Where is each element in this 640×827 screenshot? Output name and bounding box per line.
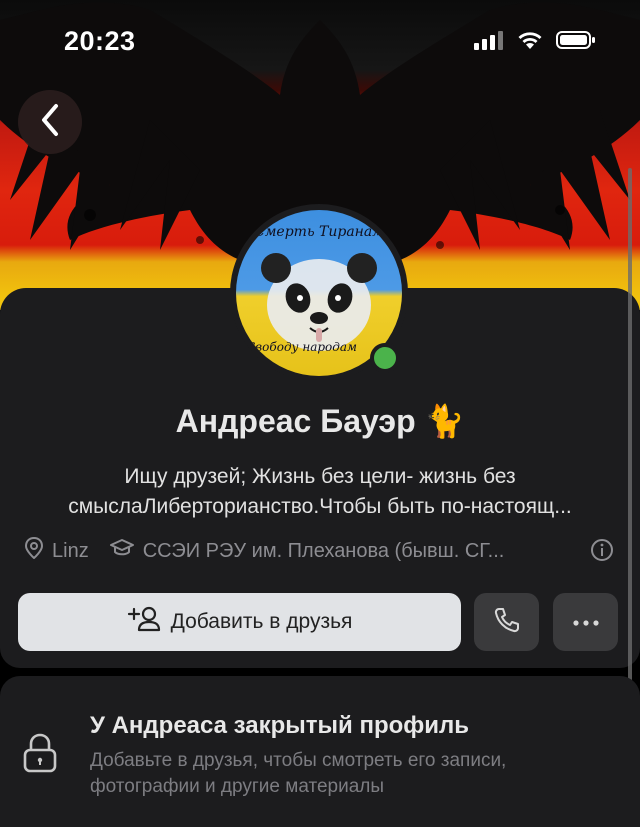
profile-info-row[interactable]: Linz ССЭИ РЭУ им. Плеханова (бывш. СГ... xyxy=(24,536,620,566)
call-button[interactable] xyxy=(474,593,539,651)
add-user-icon xyxy=(127,606,161,638)
location-pin-icon xyxy=(24,536,44,565)
cellular-signal-icon xyxy=(474,30,504,55)
wifi-icon xyxy=(516,30,544,55)
status-time: 20:23 xyxy=(64,26,136,56)
more-horizontal-icon xyxy=(572,613,599,631)
lock-icon xyxy=(22,732,58,779)
back-button[interactable] xyxy=(18,90,82,154)
chevron-left-icon xyxy=(39,103,61,142)
education-info[interactable]: ССЭИ РЭУ им. Плеханова (бывш. СГ... xyxy=(109,538,505,564)
private-profile-title: У Андреаса закрытый профиль xyxy=(90,712,470,739)
avatar-top-text: Смерть Тиранам xyxy=(254,224,384,240)
education-label: ССЭИ РЭУ им. Плеханова (бывш. СГ... xyxy=(142,539,505,562)
phone-icon xyxy=(493,606,521,639)
private-profile-notice: У Андреаса закрытый профиль Добавьте в д… xyxy=(0,676,640,827)
online-indicator xyxy=(370,343,400,373)
status-bar: 20:23 xyxy=(0,0,640,80)
profile-status[interactable]: Ищу друзей; Жизнь без цели- жизнь без см… xyxy=(30,462,610,522)
graduation-cap-icon xyxy=(109,538,135,564)
city-info[interactable]: Linz xyxy=(24,536,89,565)
private-profile-description: Добавьте в друзья, чтобы смотреть его за… xyxy=(90,750,507,797)
avatar-bottom-text: Свободу народам xyxy=(246,340,357,354)
more-button[interactable] xyxy=(553,593,618,651)
profile-name: Андреас Бауэр 🐈 xyxy=(175,403,465,439)
add-friend-button[interactable]: Добавить в друзья xyxy=(18,593,461,651)
add-friend-label: Добавить в друзья xyxy=(170,610,353,633)
info-icon[interactable] xyxy=(590,538,614,568)
city-label: Linz xyxy=(52,539,89,562)
battery-icon xyxy=(556,30,596,55)
